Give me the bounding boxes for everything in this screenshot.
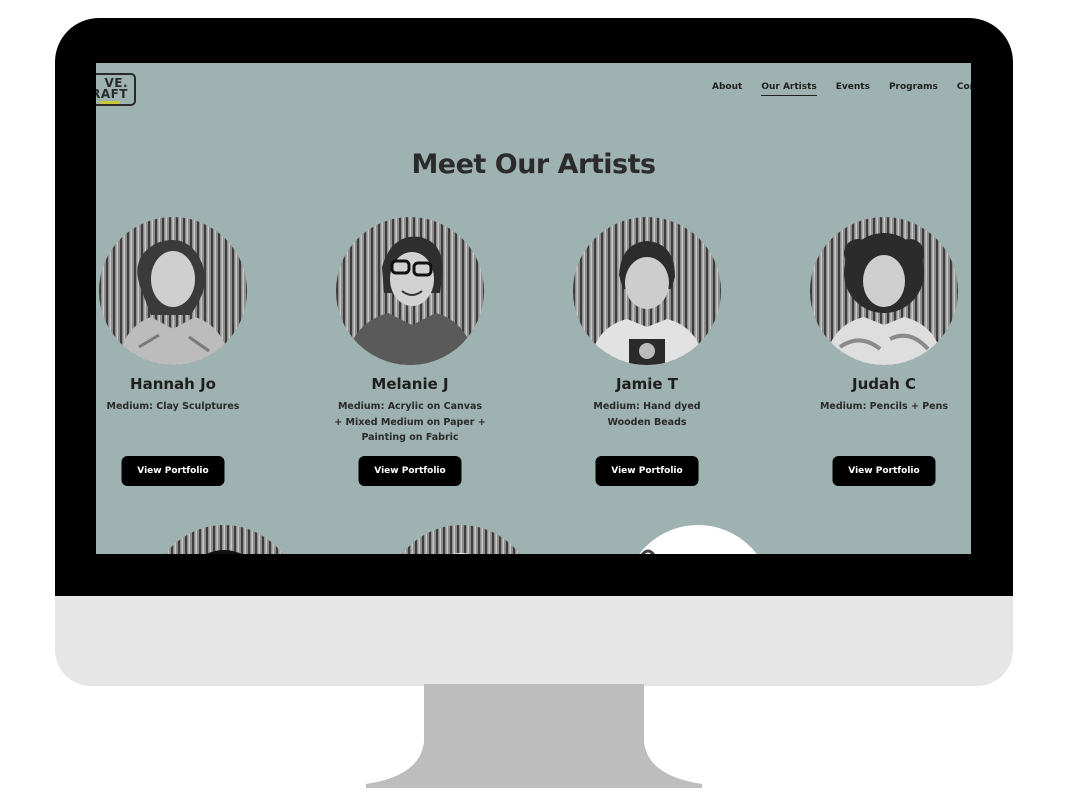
view-portfolio-button[interactable]: View Portfolio	[358, 456, 462, 486]
logo-accent-bar	[100, 101, 120, 104]
artist-name: Jamie T	[615, 375, 679, 393]
browser-viewport: VE. RAFT About Our Artists Events Progra…	[96, 63, 971, 554]
monitor-stand	[366, 684, 702, 788]
artist-card: Jamie T Medium: Hand dyed Wooden Beads V…	[547, 217, 747, 486]
artist-medium: Medium: Clay Sculptures	[106, 401, 240, 412]
view-portfolio-button[interactable]: View Portfolio	[595, 456, 699, 486]
nav-contact[interactable]: Conta	[957, 82, 971, 96]
logo-line-2: RAFT	[96, 87, 128, 101]
site-logo[interactable]: VE. RAFT	[96, 73, 136, 106]
artist-name: Melanie J	[371, 375, 449, 393]
page-title: Meet Our Artists	[411, 149, 656, 180]
artist-medium: Medium: Hand dyed Wooden Beads	[593, 401, 701, 428]
nav-programs[interactable]: Programs	[889, 82, 938, 96]
artist-portrait	[624, 525, 772, 554]
artist-card: Hannah Jo Medium: Clay Sculptures View P…	[96, 217, 273, 486]
nav-about[interactable]: About	[712, 82, 742, 96]
artist-portrait	[99, 217, 247, 365]
svg-text:NY: NY	[218, 552, 237, 554]
artist-name: Hannah Jo	[130, 375, 216, 393]
view-portfolio-button[interactable]: View Portfolio	[832, 456, 936, 486]
monitor-chin	[55, 596, 1013, 686]
artist-portrait: NY	[150, 525, 298, 554]
view-portfolio-button[interactable]: View Portfolio	[121, 456, 225, 486]
artist-name: Judah C	[851, 375, 917, 393]
artist-portrait	[336, 217, 484, 365]
artist-portrait	[573, 217, 721, 365]
artist-portrait	[810, 217, 958, 365]
artist-card: Melanie J Medium: Acrylic on Canvas + Mi…	[310, 217, 510, 486]
artist-medium: Medium: Acrylic on Canvas + Mixed Medium…	[334, 401, 486, 443]
nav-our-artists[interactable]: Our Artists	[761, 82, 817, 96]
main-nav: About Our Artists Events Programs Conta	[712, 82, 971, 96]
artist-card: Judah C Medium: Pencils + Pens View Port…	[784, 217, 971, 486]
artist-medium: Medium: Pencils + Pens	[819, 401, 949, 412]
nav-events[interactable]: Events	[836, 82, 870, 96]
artist-portrait	[387, 525, 535, 554]
